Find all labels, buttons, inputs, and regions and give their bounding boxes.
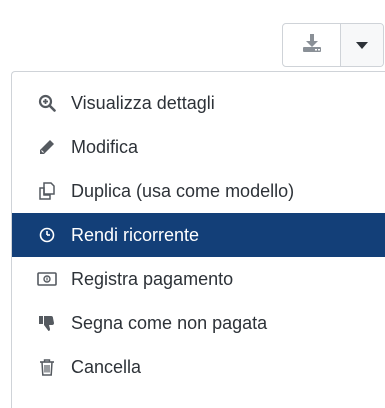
menu-item-label: Registra pagamento [71,268,234,289]
menu-item-modifica[interactable]: Modifica [12,125,385,169]
menu-item-label: Visualizza dettagli [71,92,215,113]
menu-item-visualizza-dettagli[interactable]: Visualizza dettagli [12,81,385,125]
action-button-group [282,23,384,67]
thumbs-down-icon [37,313,57,333]
menu-item-segna-non-pagata[interactable]: Segna come non pagata [12,301,385,345]
menu-item-label: Segna come non pagata [71,312,268,333]
download-icon [302,33,322,57]
menu-item-registra-pagamento[interactable]: Registra pagamento [12,257,385,301]
menu-item-label: Rendi ricorrente [71,224,200,245]
dropdown-toggle-button[interactable] [341,24,383,66]
caret-down-icon [356,36,368,54]
download-button[interactable] [283,24,341,66]
dropdown-menu: Visualizza dettagli Modifica Duplica (us… [11,71,385,408]
menu-item-label: Modifica [71,136,139,157]
pencil-icon [37,137,57,157]
menu-item-duplica[interactable]: Duplica (usa come modello) [12,169,385,213]
menu-item-cancella[interactable]: Cancella [12,345,385,389]
menu-item-label: Cancella [71,356,142,377]
menu-item-rendi-ricorrente[interactable]: Rendi ricorrente [12,213,385,257]
trash-icon [37,357,57,377]
zoom-in-icon [37,93,57,113]
copy-icon [37,181,57,201]
menu-item-label: Duplica (usa come modello) [71,180,295,201]
money-icon [37,269,57,289]
clock-icon [37,225,57,245]
